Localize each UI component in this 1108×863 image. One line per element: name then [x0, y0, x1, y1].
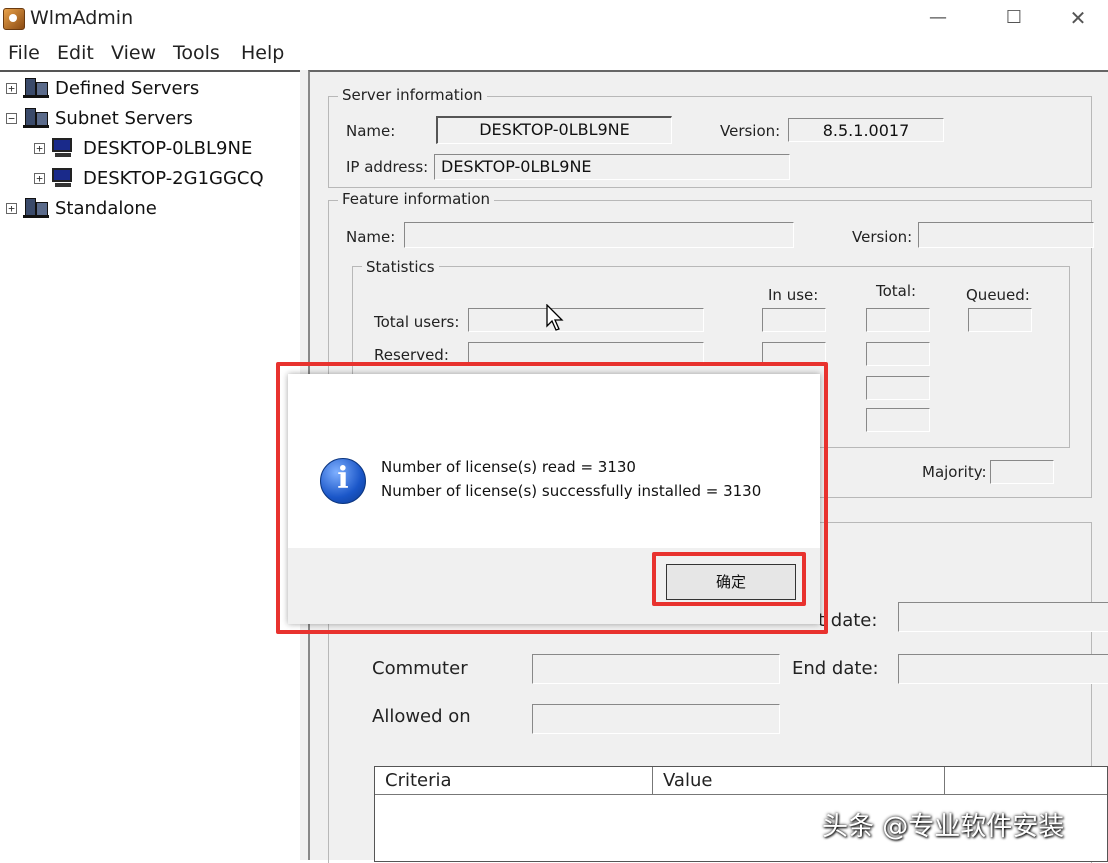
total-users-queued-field[interactable]	[968, 308, 1032, 332]
collapse-icon[interactable]: −	[6, 112, 17, 124]
tree-item-desktop-0lbl9ne[interactable]: + DESKTOP-0LBL9NE	[34, 134, 252, 162]
allowed-on-label: Allowed on	[372, 706, 471, 727]
server-tree[interactable]: + Defined Servers − Subnet Servers + DES…	[0, 70, 300, 862]
queued-header: Queued:	[966, 286, 1030, 304]
majority-field[interactable]	[990, 460, 1054, 484]
stat-total-field-4[interactable]	[866, 408, 930, 432]
app-icon	[3, 8, 25, 30]
feature-information-legend: Feature information	[338, 190, 495, 208]
menu-help[interactable]: Help	[241, 42, 284, 64]
minimize-button[interactable]: —	[918, 4, 958, 32]
stat-total-field-3[interactable]	[866, 376, 930, 400]
tree-item-label: Subnet Servers	[55, 107, 193, 129]
tree-item-label: Defined Servers	[55, 77, 200, 99]
end-date-field[interactable]	[898, 654, 1108, 684]
menu-file[interactable]: File	[8, 42, 40, 64]
mouse-cursor-icon	[546, 304, 564, 331]
end-date-label: End date:	[792, 658, 879, 679]
commuter-field[interactable]	[532, 654, 780, 684]
total-header: Total:	[876, 282, 917, 300]
expand-icon[interactable]: +	[34, 172, 45, 184]
in-use-header: In use:	[768, 286, 819, 304]
server-name-field[interactable]: DESKTOP-0LBL9NE	[436, 116, 672, 144]
menu-tools[interactable]: Tools	[173, 42, 220, 64]
tree-item-label: Standalone	[55, 197, 157, 219]
allowed-on-field[interactable]	[532, 704, 780, 734]
tree-item-subnet-servers[interactable]: − Subnet Servers	[6, 104, 193, 132]
total-users-label: Total users:	[374, 313, 460, 331]
menu-bar: File Edit View Tools Help	[0, 38, 1108, 68]
expand-icon[interactable]: +	[6, 202, 17, 214]
expand-icon[interactable]: +	[34, 142, 45, 154]
total-users-total-field[interactable]	[866, 308, 930, 332]
expand-icon[interactable]: +	[6, 82, 17, 94]
computer-icon	[51, 137, 75, 159]
statistics-legend: Statistics	[362, 258, 439, 276]
window-title: WlmAdmin	[30, 7, 134, 29]
menu-view[interactable]: View	[111, 42, 156, 64]
ip-address-field[interactable]: DESKTOP-0LBL9NE	[434, 154, 790, 180]
majority-label: Majority:	[922, 463, 987, 481]
reserved-total-field[interactable]	[866, 342, 930, 366]
tree-item-label: DESKTOP-0LBL9NE	[83, 137, 253, 159]
feature-version-field[interactable]	[918, 222, 1094, 248]
feature-name-label: Name:	[346, 228, 396, 246]
ok-button-highlight-box	[652, 552, 806, 606]
menu-edit[interactable]: Edit	[57, 42, 94, 64]
tree-item-label: DESKTOP-2G1GGCQ	[83, 167, 264, 189]
tree-item-desktop-2g1ggcq[interactable]: + DESKTOP-2G1GGCQ	[34, 164, 264, 192]
total-users-field[interactable]	[468, 308, 704, 332]
extra-column-header[interactable]	[945, 767, 1107, 795]
server-information-legend: Server information	[338, 86, 487, 104]
computer-icon	[51, 167, 75, 189]
maximize-button[interactable]: ☐	[994, 4, 1034, 32]
criteria-column-header[interactable]: Criteria	[375, 767, 653, 795]
network-servers-icon	[23, 196, 49, 220]
value-column-header[interactable]: Value	[653, 767, 945, 795]
ip-address-label: IP address:	[346, 158, 429, 176]
server-name-label: Name:	[346, 122, 396, 140]
tree-item-standalone[interactable]: + Standalone	[6, 194, 157, 222]
tree-item-defined-servers[interactable]: + Defined Servers	[6, 74, 199, 102]
feature-version-label: Version:	[852, 228, 913, 246]
server-version-label: Version:	[720, 122, 781, 140]
commuter-label: Commuter	[372, 658, 468, 679]
close-button[interactable]: ✕	[1058, 4, 1098, 32]
server-version-field[interactable]: 8.5.1.0017	[788, 118, 944, 142]
network-servers-icon	[23, 106, 49, 130]
feature-name-field[interactable]	[404, 222, 794, 248]
total-users-in-use-field[interactable]	[762, 308, 826, 332]
watermark-text: 头条 @专业软件安装	[822, 812, 1065, 842]
network-servers-icon	[23, 76, 49, 100]
title-bar: WlmAdmin — ☐ ✕	[0, 0, 1108, 38]
start-date-field[interactable]	[898, 602, 1108, 632]
